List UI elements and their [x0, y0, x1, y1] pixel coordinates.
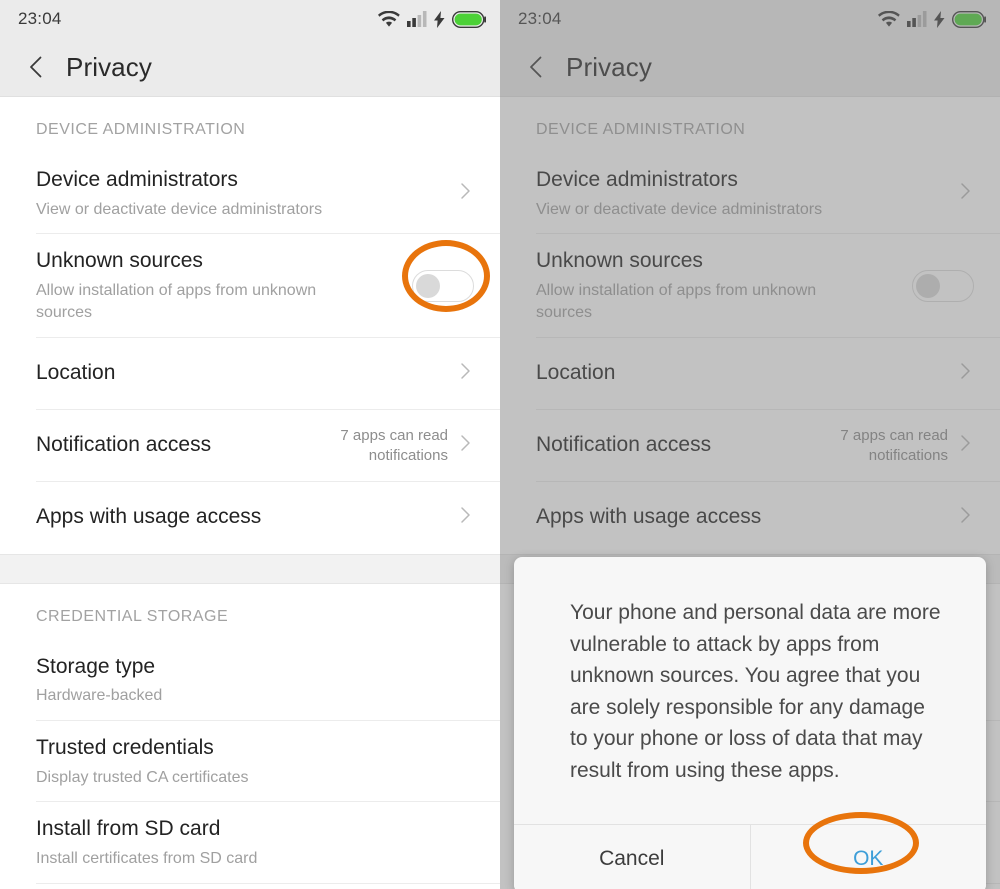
- section-header-credential-storage: CREDENTIAL STORAGE: [0, 583, 500, 640]
- chevron-right-icon: [456, 182, 474, 205]
- charging-bolt-icon: [434, 10, 445, 28]
- title-divider: [0, 96, 500, 97]
- row-notification-access[interactable]: Notification access 7 apps can read noti…: [0, 410, 500, 482]
- row-location[interactable]: Location: [0, 338, 500, 410]
- unknown-sources-toggle[interactable]: [412, 270, 474, 302]
- row-title: Trusted credentials: [36, 736, 214, 759]
- cellular-signal-icon: [407, 11, 427, 27]
- dialog-message: Your phone and personal data are more vu…: [570, 601, 941, 782]
- row-subtitle: View or deactivate device administrators: [36, 200, 323, 218]
- title-bar: Privacy: [0, 38, 500, 96]
- row-title: Install from SD card: [36, 817, 221, 841]
- row-title: Unknown sources: [36, 249, 203, 273]
- status-bar-icons: [378, 10, 486, 28]
- row-unknown-sources[interactable]: Unknown sources Allow installation of ap…: [0, 234, 500, 338]
- battery-icon: [452, 10, 486, 28]
- toggle-knob: [416, 274, 440, 298]
- dialog-actions: Cancel OK: [514, 824, 986, 889]
- chevron-right-icon: [456, 506, 474, 529]
- row-device-administrators[interactable]: Device administrators View or deactivate…: [0, 153, 500, 235]
- wifi-icon: [378, 10, 400, 28]
- row-title: Storage type: [36, 654, 156, 678]
- row-value: 7 apps can read notifications: [340, 427, 448, 464]
- dialog-body: Your phone and personal data are more vu…: [514, 557, 986, 824]
- back-chevron-icon[interactable]: [24, 54, 50, 80]
- settings-list: DEVICE ADMINISTRATION Device administrat…: [0, 97, 500, 885]
- row-title: Device administrators: [36, 168, 238, 191]
- phone-screen-after: 23:04 Privacy DEVICE ADMINISTRATION Devi…: [500, 0, 1000, 889]
- row-subtitle: Hardware-backed: [36, 687, 163, 705]
- page-title: Privacy: [66, 51, 152, 82]
- screenshot-pair: 23:04 Privacy DEVICE ADMINISTRATION Devi…: [0, 0, 1000, 889]
- status-bar: 23:04: [0, 0, 500, 38]
- chevron-right-icon: [456, 434, 474, 457]
- row-install-from-sd-card[interactable]: Install from SD card Install certificate…: [0, 802, 500, 885]
- section-header-device-administration: DEVICE ADMINISTRATION: [0, 97, 500, 153]
- row-subtitle: Display trusted CA certificates: [36, 768, 249, 786]
- unknown-sources-dialog: Your phone and personal data are more vu…: [514, 557, 986, 889]
- row-storage-type[interactable]: Storage type Hardware-backed: [0, 640, 500, 722]
- dialog-ok-button[interactable]: OK: [750, 825, 986, 889]
- row-title: Notification access: [36, 433, 212, 457]
- dialog-cancel-button[interactable]: Cancel: [514, 825, 751, 889]
- row-subtitle: Allow installation of apps from unknown …: [36, 282, 317, 321]
- phone-screen-before: 23:04 Privacy DEVICE ADMINISTRATION Devi…: [0, 0, 500, 889]
- chevron-right-icon: [456, 362, 474, 385]
- section-gap: [0, 553, 500, 584]
- status-bar-clock: 23:04: [18, 9, 62, 28]
- row-title: Apps with usage access: [36, 505, 262, 529]
- row-trusted-credentials[interactable]: Trusted credentials Display trusted CA c…: [0, 721, 500, 803]
- row-apps-with-usage-access[interactable]: Apps with usage access: [0, 482, 500, 554]
- row-title: Location: [36, 361, 116, 385]
- row-subtitle: Install certificates from SD card: [36, 850, 258, 868]
